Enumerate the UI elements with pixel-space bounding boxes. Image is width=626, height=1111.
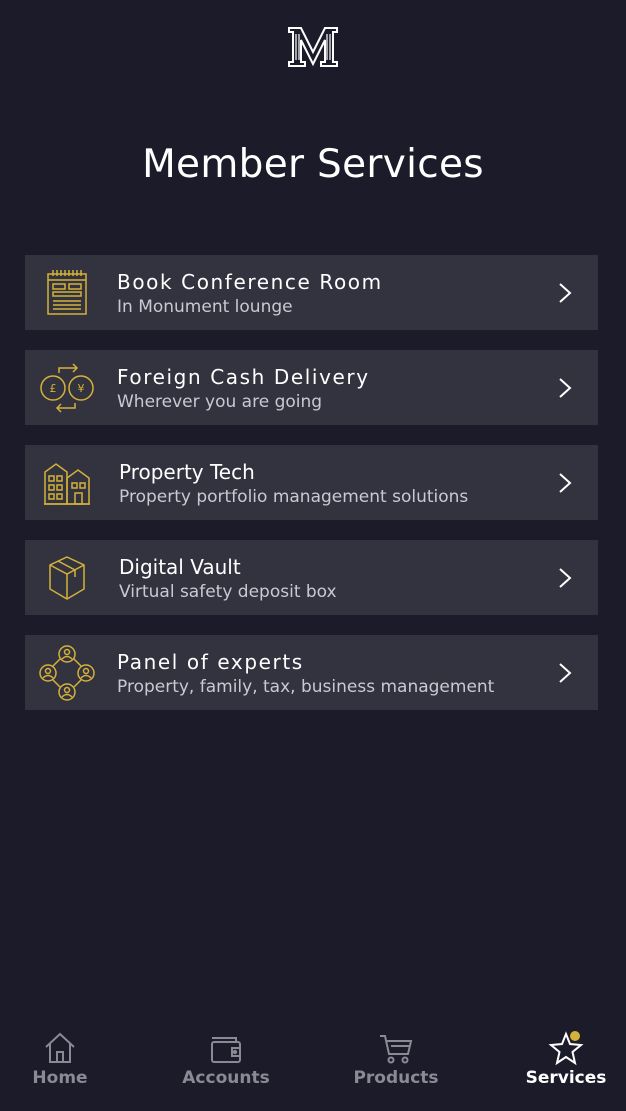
tab-label: Accounts <box>182 1068 270 1088</box>
tab-services[interactable]: Services <box>506 1030 626 1105</box>
tab-label: Products <box>353 1068 439 1088</box>
service-subtitle: Virtual safety deposit box <box>119 582 337 602</box>
svg-text:¥: ¥ <box>78 382 85 395</box>
tab-accounts[interactable]: Accounts <box>166 1030 286 1105</box>
star-icon <box>548 1031 584 1066</box>
chevron-right-icon <box>559 283 572 303</box>
tab-label: Home <box>32 1068 88 1088</box>
service-subtitle: Property portfolio management solutions <box>119 487 469 507</box>
service-subtitle: Property, family, tax, business manageme… <box>117 677 495 697</box>
chevron-right-icon <box>559 663 572 683</box>
service-subtitle: Wherever you are going <box>117 392 323 412</box>
chevron-right-icon <box>559 378 572 398</box>
service-book-conference-room[interactable]: Book Conference Room In Monument lounge <box>25 255 598 330</box>
chevron-right-icon <box>559 473 572 493</box>
tab-label: Services <box>525 1068 607 1088</box>
service-property-tech[interactable]: Property Tech Property portfolio managem… <box>25 445 598 520</box>
service-title: Property Tech <box>119 460 255 484</box>
buildings-icon <box>37 453 97 513</box>
service-title: Book Conference Room <box>117 270 383 294</box>
service-digital-vault[interactable]: Digital Vault Virtual safety deposit box <box>25 540 598 615</box>
service-title: Foreign Cash Delivery <box>117 365 370 389</box>
bottom-tab-bar: Home Accounts Products Services <box>0 1010 626 1111</box>
wallet-icon <box>211 1037 241 1063</box>
service-title: Digital Vault <box>119 555 241 579</box>
monument-logo <box>288 27 338 67</box>
page-title: Member Services <box>142 142 484 187</box>
home-icon <box>45 1032 75 1063</box>
currency-exchange-icon: £ ¥ <box>37 358 97 418</box>
notepad-icon <box>37 263 97 323</box>
cart-icon <box>380 1035 413 1064</box>
service-panel-of-experts[interactable]: Panel of experts Property, family, tax, … <box>25 635 598 710</box>
box-icon <box>37 548 97 608</box>
svg-text:£: £ <box>50 382 57 395</box>
chevron-right-icon <box>559 568 572 588</box>
tab-home[interactable]: Home <box>0 1030 120 1105</box>
service-list: Book Conference Room In Monument lounge … <box>25 255 598 730</box>
service-title: Panel of experts <box>117 650 304 674</box>
people-network-icon <box>37 643 97 703</box>
service-subtitle: In Monument lounge <box>117 297 293 317</box>
service-foreign-cash-delivery[interactable]: £ ¥ Foreign Cash Delivery Wherever you a… <box>25 350 598 425</box>
tab-products[interactable]: Products <box>336 1030 456 1105</box>
